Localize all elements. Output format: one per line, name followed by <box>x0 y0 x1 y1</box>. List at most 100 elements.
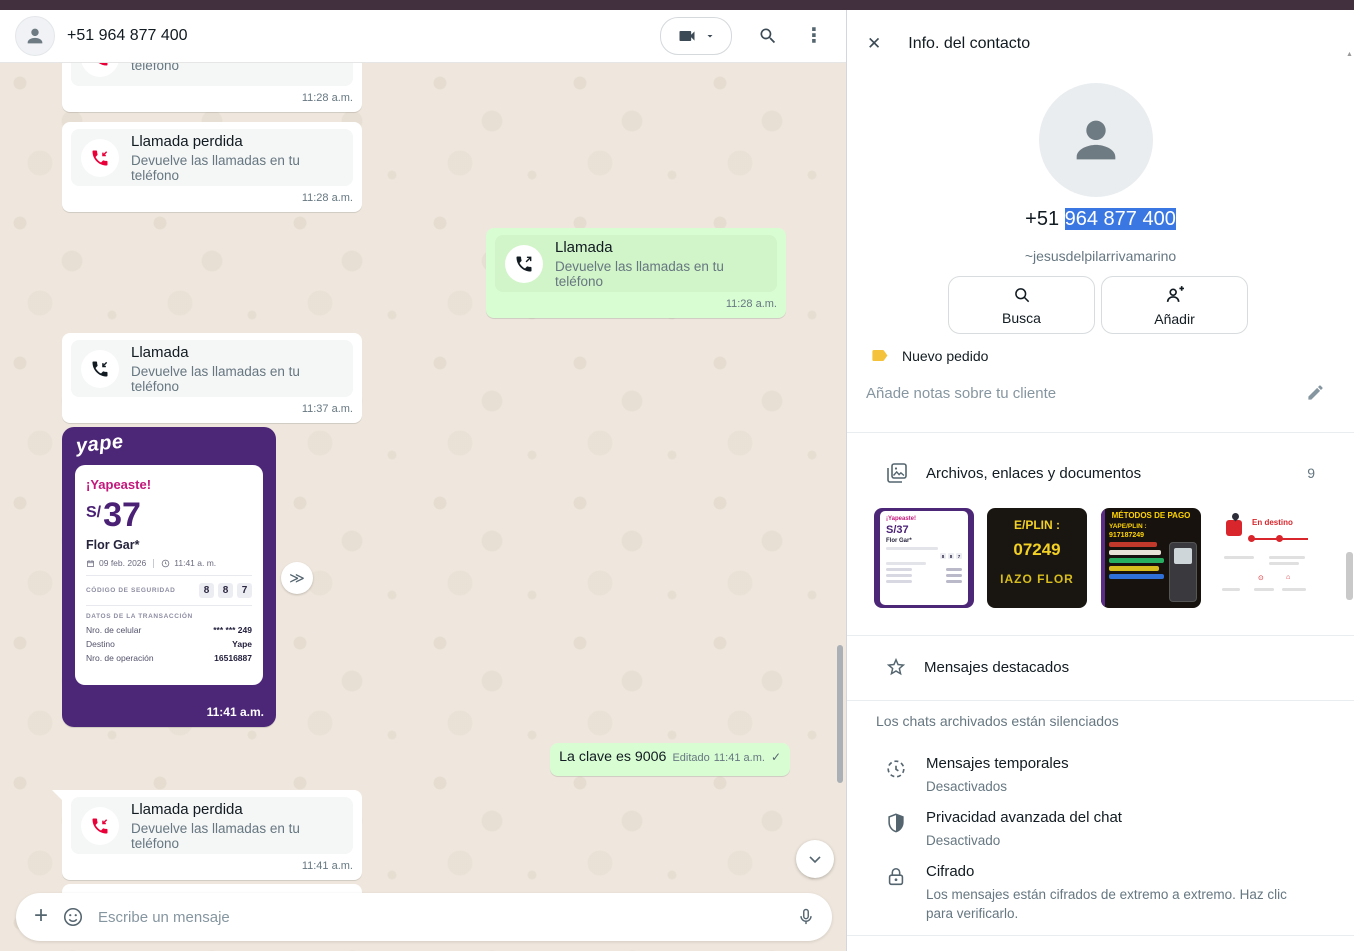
files-links-docs-row[interactable]: Archivos, enlaces y documentos 9 <box>847 460 1354 486</box>
setting-advanced-privacy[interactable]: Privacidad avanzada del chat Desactivado <box>847 810 1354 854</box>
message-time: 11:28 a.m. <box>495 298 777 310</box>
contact-phone: +51 964 877 400 <box>847 208 1354 231</box>
sent-check-icon: ✓ <box>771 750 781 764</box>
yape-tx-section-label: DATOS DE LA TRANSACCIÓN <box>86 613 252 620</box>
contact-avatar[interactable] <box>15 16 55 56</box>
close-icon[interactable]: ✕ <box>867 34 881 54</box>
edit-pencil-icon[interactable] <box>1306 383 1325 402</box>
security-digit: 8 <box>199 583 214 598</box>
divider <box>86 575 252 576</box>
chat-header: +51 964 877 400 ⋮ <box>0 10 846 63</box>
message-title: Llamada <box>131 344 343 361</box>
message-text: La clave es 9006 <box>559 749 666 765</box>
chat-header-actions: ⋮ <box>660 17 824 55</box>
scrollbar-thumb[interactable] <box>1346 552 1353 600</box>
yape-payee: Flor Gar* <box>86 538 252 552</box>
scroll-to-bottom-button[interactable] <box>796 840 834 878</box>
search-chat-button[interactable]: Busca <box>948 276 1095 334</box>
package-icon <box>1226 520 1242 536</box>
message-input[interactable]: Escribe un mensaje <box>98 909 784 926</box>
divider <box>847 700 1354 701</box>
yape-tx-row: Nro. de operación 16516887 <box>86 653 252 663</box>
message-time: 11:37 a.m. <box>71 403 353 415</box>
timer-icon <box>885 758 907 780</box>
add-contact-button[interactable]: Añadir <box>1101 276 1248 334</box>
yape-logo: yape <box>75 431 125 459</box>
setting-encryption[interactable]: Cifrado Los mensajes están cifrados de e… <box>847 864 1354 926</box>
message-meta: Editado 11:41 a.m. ✓ <box>672 750 781 764</box>
files-count: 9 <box>1307 465 1315 481</box>
message-yape-receipt-image[interactable]: yape ¡Yapeaste! S/ 37 Flor Gar* 09 feb. … <box>62 427 276 727</box>
message-outgoing-call[interactable]: Llamada Devuelve las llamadas en tu telé… <box>486 228 786 318</box>
missed-call-icon <box>81 807 119 845</box>
person-add-icon <box>1164 284 1186 306</box>
edited-label: Editado <box>672 752 709 764</box>
mic-icon[interactable] <box>796 907 816 927</box>
customer-notes-input[interactable]: Añade notas sobre tu cliente <box>866 385 1056 402</box>
pos-terminal <box>1169 542 1197 602</box>
message-missed-call-partial[interactable]: Devuelve las llamadas en tu teléfono 11:… <box>62 63 362 112</box>
clock-icon <box>161 559 170 568</box>
bubble-tail <box>52 790 64 802</box>
emoji-icon[interactable] <box>62 906 84 928</box>
yape-security-row: CÓDIGO DE SEGURIDAD 8 8 7 <box>86 583 252 598</box>
yape-tx-row: Destino Yape <box>86 639 252 649</box>
mini-receipt: ¡Yapeaste! S/37 Flor Gar* 8 8 7 <box>880 511 968 605</box>
outgoing-call-icon <box>505 245 543 283</box>
person-icon <box>24 25 46 47</box>
chat-scrollbar[interactable] <box>837 645 843 783</box>
archived-muted-note: Los chats archivados están silenciados <box>876 713 1119 729</box>
media-thumb-shipment-tracking[interactable]: En destino ⊙ ⌂ <box>1214 508 1314 608</box>
security-digit: 7 <box>237 583 252 598</box>
panel-title: Info. del contacto <box>908 35 1030 53</box>
message-title: Llamada perdida <box>131 801 343 818</box>
forward-icon[interactable]: ≫ <box>281 562 313 594</box>
missed-call-icon <box>81 139 119 177</box>
yape-date-row: 09 feb. 2026 11:41 a. m. <box>86 558 252 568</box>
security-digit: 8 <box>218 583 233 598</box>
panel-header: ✕ Info. del contacto <box>867 24 1030 64</box>
video-call-button[interactable] <box>660 17 732 55</box>
message-key-text[interactable]: La clave es 9006 Editado 11:41 a.m. ✓ <box>550 743 790 776</box>
message-missed-call[interactable]: Llamada perdida Devuelve las llamadas en… <box>62 122 362 212</box>
scrollbar-up-arrow[interactable]: ▲ <box>1346 50 1353 60</box>
yape-receipt-card: ¡Yapeaste! S/ 37 Flor Gar* 09 feb. 2026 <box>75 465 263 685</box>
calendar-icon <box>86 559 95 568</box>
menu-kebab-icon[interactable]: ⋮ <box>804 26 824 46</box>
contact-actions: Busca Añadir <box>948 276 1248 334</box>
contact-avatar-large[interactable] <box>1039 83 1153 197</box>
search-icon[interactable] <box>758 26 778 46</box>
media-thumb-plin-number[interactable]: E/PLIN : 07249 IAZO FLOR <box>987 508 1087 608</box>
message-body: Devuelve las llamadas en tu teléfono <box>131 63 343 73</box>
purple-strip <box>1101 508 1105 608</box>
message-incoming-call[interactable]: Llamada Devuelve las llamadas en tu telé… <box>62 333 362 423</box>
composer: + Escribe un mensaje <box>16 893 832 941</box>
attach-plus-icon[interactable]: + <box>34 902 48 930</box>
yape-amount: S/ 37 <box>86 498 252 532</box>
chat-contact-name[interactable]: +51 964 877 400 <box>67 27 188 45</box>
divider <box>847 432 1354 433</box>
message-list[interactable]: Devuelve las llamadas en tu teléfono 11:… <box>0 63 846 951</box>
divider <box>847 635 1354 636</box>
chevron-down-icon <box>704 30 716 42</box>
panel-scrollbar[interactable]: ▲ <box>1346 50 1353 940</box>
media-thumb-yape-receipt[interactable]: ¡Yapeaste! S/37 Flor Gar* 8 8 7 <box>874 508 974 608</box>
missed-call-icon <box>81 63 119 77</box>
starred-messages-row[interactable]: Mensajes destacados <box>847 654 1354 680</box>
setting-disappearing-messages[interactable]: Mensajes temporales Desactivados <box>847 756 1354 800</box>
contact-push-name: ~jesusdelpilarrivamarino <box>847 248 1354 264</box>
lock-icon <box>885 866 907 888</box>
message-missed-call[interactable]: Llamada perdida Devuelve las llamadas en… <box>62 790 362 880</box>
order-label-row[interactable]: Nuevo pedido <box>870 346 988 365</box>
message-body: Devuelve las llamadas en tu teléfono <box>131 364 343 394</box>
whatsapp-window: +51 964 877 400 ⋮ <box>0 0 1354 951</box>
contact-info-panel: ✕ Info. del contacto +51 964 877 400 ~je… <box>846 10 1354 951</box>
message-time: 11:41 a.m. <box>207 705 264 719</box>
message-body: Devuelve las llamadas en tu teléfono <box>131 821 343 851</box>
message-time: 11:28 a.m. <box>71 192 353 204</box>
shield-icon <box>885 812 907 834</box>
media-thumb-payment-methods[interactable]: MÉTODOS DE PAGO YAPE/PLIN : 917187249 <box>1101 508 1201 608</box>
label-tag-icon <box>870 346 889 365</box>
person-icon <box>1067 111 1125 169</box>
message-body: Devuelve las llamadas en tu teléfono <box>131 153 343 183</box>
